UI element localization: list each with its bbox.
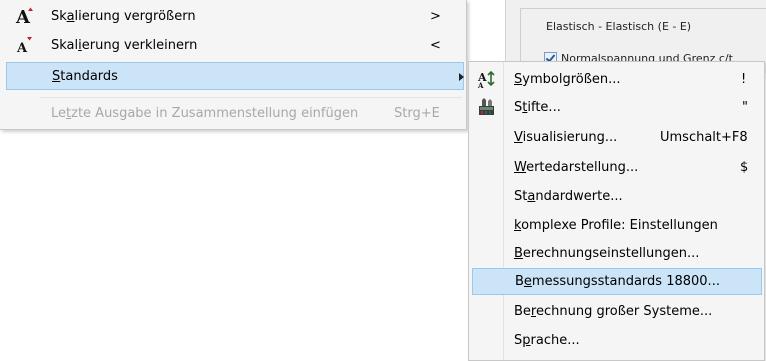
submenu-item-label: Visualisierung... — [514, 130, 618, 145]
submenu-item-shortcut: $ — [740, 160, 749, 175]
submenu-item-symbol-sizes[interactable]: A A Symbolgrößen... ! — [472, 66, 762, 93]
menu-separator — [40, 97, 462, 98]
menu-item-standards[interactable]: Standards — [6, 62, 464, 90]
menu-item-label: Skalierung vergrößern — [51, 8, 196, 24]
group-title: Elastisch - Elastisch (E - E) — [544, 20, 694, 33]
context-menu: A Skalierung vergrößern > A Skalierung v… — [0, 0, 467, 130]
menu-item-shortcut: Strg+E — [394, 105, 440, 121]
submenu-item-label: Berechnungseinstellungen... — [514, 246, 700, 261]
submenu-item-large-systems[interactable]: Berechnung großer Systeme... — [472, 298, 762, 325]
menu-item-label: Standards — [52, 68, 118, 84]
submenu-item-calculation-settings[interactable]: Berechnungseinstellungen... — [472, 240, 762, 267]
svg-text:A: A — [15, 7, 31, 26]
symbol-size-icon: A A — [477, 69, 497, 90]
svg-text:A: A — [16, 41, 28, 55]
submenu-item-default-values[interactable]: Standardwerte... — [472, 183, 762, 210]
submenu-arrow-icon — [459, 73, 464, 81]
submenu-item-label: komplexe Profile: Einstellungen — [514, 218, 718, 233]
submenu-item-visualization[interactable]: Visualisierung... Umschalt+F8 — [472, 124, 762, 151]
submenu-item-label: Wertedarstellung... — [514, 160, 639, 175]
pens-icon — [477, 97, 497, 117]
screen: Elastisch - Elastisch (E - E) Normalspan… — [0, 0, 766, 361]
submenu-item-label: Bemessungsstandards 18800... — [515, 274, 720, 289]
submenu-item-shortcut: ! — [741, 72, 747, 87]
menu-item-shortcut: > — [430, 8, 441, 24]
submenu-item-language[interactable]: Sprache... — [472, 327, 762, 354]
submenu-item-shortcut: Umschalt+F8 — [660, 130, 748, 145]
submenu-item-label: Symbolgrößen... — [514, 72, 621, 87]
menu-item-scale-down[interactable]: A Skalierung verkleinern < — [6, 31, 464, 59]
submenu-item-label: Stifte... — [514, 100, 561, 115]
submenu-item-label: Standardwerte... — [514, 189, 623, 204]
submenu-item-design-standards[interactable]: Bemessungsstandards 18800... — [472, 268, 762, 295]
scale-up-icon: A — [14, 6, 34, 28]
menu-item-insert-last-output[interactable]: Letzte Ausgabe in Zusammenstellung einfü… — [6, 99, 464, 127]
menu-item-scale-up[interactable]: A Skalierung vergrößern > — [6, 2, 464, 30]
submenu-item-pens[interactable]: Stifte... " — [472, 94, 762, 121]
standards-submenu: A A Symbolgrößen... ! Stifte... " Visual… — [468, 61, 765, 361]
svg-text:A: A — [477, 81, 484, 89]
submenu-item-label: Berechnung großer Systeme... — [514, 304, 713, 319]
submenu-item-shortcut: " — [742, 100, 748, 115]
menu-item-shortcut: < — [430, 37, 441, 53]
menu-item-label: Letzte Ausgabe in Zusammenstellung einfü… — [51, 105, 359, 121]
scale-down-icon: A — [14, 35, 34, 56]
submenu-item-label: Sprache... — [514, 333, 580, 348]
menu-item-label: Skalierung verkleinern — [51, 37, 198, 53]
submenu-item-complex-profiles[interactable]: komplexe Profile: Einstellungen — [472, 212, 762, 239]
submenu-item-value-display[interactable]: Wertedarstellung... $ — [472, 154, 762, 181]
